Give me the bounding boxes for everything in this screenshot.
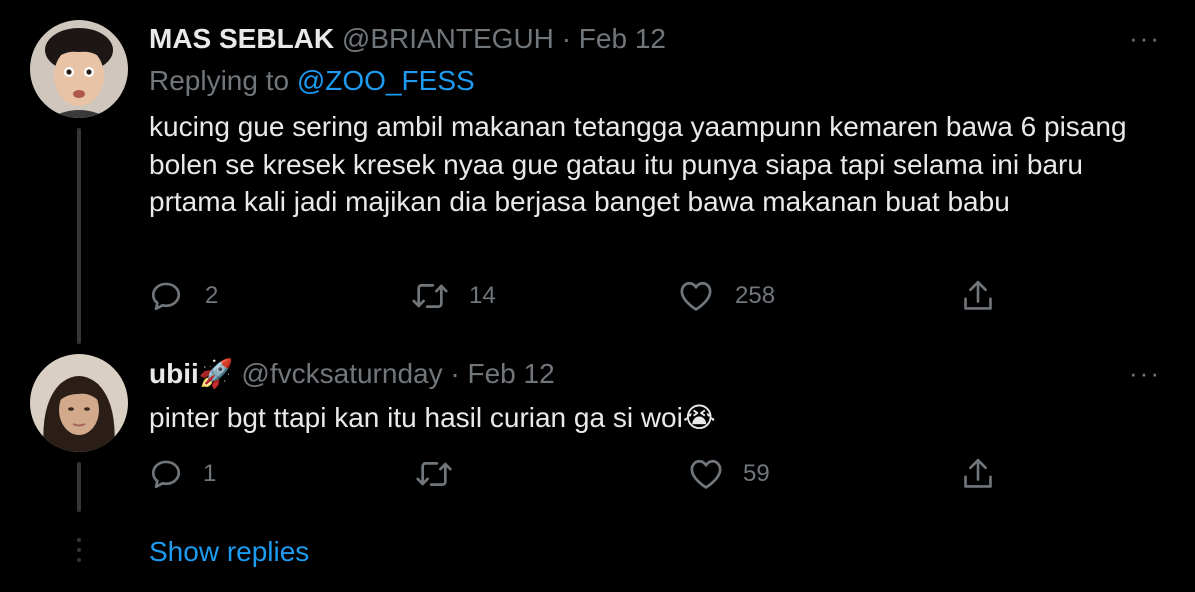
like-icon <box>680 281 712 311</box>
separator: · <box>450 358 460 389</box>
like-button[interactable]: 258 <box>679 278 775 314</box>
retweet-icon <box>416 462 452 486</box>
separator: · <box>561 23 572 54</box>
like-count: 258 <box>735 282 776 309</box>
reply-icon <box>151 460 181 489</box>
like-button[interactable]: 59 <box>689 456 770 492</box>
avatar[interactable] <box>30 20 128 118</box>
thread-line <box>77 462 81 512</box>
retweet-count: 14 <box>469 282 496 309</box>
timestamp[interactable]: Feb 12 <box>579 23 666 54</box>
replying-to: Replying to @ZOO_FESS <box>149 63 475 99</box>
replying-label: Replying to <box>149 65 290 96</box>
like-count: 59 <box>743 460 770 487</box>
like-icon <box>690 459 722 489</box>
handle[interactable]: @BRIANTEGUH <box>342 23 554 54</box>
show-replies-link[interactable]: Show replies <box>149 534 309 570</box>
avatar[interactable] <box>30 354 128 452</box>
thread-dots <box>77 538 81 568</box>
handle[interactable]: @fvcksaturnday <box>241 358 442 389</box>
reply-count: 2 <box>205 282 219 309</box>
retweet-icon <box>412 284 448 308</box>
tweet-header: ubii🚀 @fvcksaturnday · Feb 12 <box>149 356 555 392</box>
more-icon[interactable]: ··· <box>1129 360 1161 386</box>
share-button[interactable] <box>961 456 995 492</box>
retweet-button[interactable] <box>415 456 479 492</box>
tweet-text: pinter bgt ttapi kan itu hasil curian ga… <box>149 402 716 433</box>
display-name[interactable]: MAS SEBLAK <box>149 23 334 54</box>
tweet-text: kucing gue sering ambil makanan tetangga… <box>149 111 1127 217</box>
more-icon[interactable]: ··· <box>1129 25 1161 51</box>
share-icon <box>964 280 992 310</box>
display-name[interactable]: ubii🚀 <box>149 358 234 389</box>
share-button[interactable] <box>961 278 995 314</box>
timestamp[interactable]: Feb 12 <box>467 358 554 389</box>
thread-line <box>77 128 81 344</box>
tweet-header: MAS SEBLAK @BRIANTEGUH · Feb 12 <box>149 21 666 57</box>
mention-link[interactable]: @ZOO_FESS <box>297 65 475 96</box>
reply-button[interactable]: 1 <box>149 456 216 492</box>
retweet-button[interactable]: 14 <box>411 278 496 314</box>
share-icon <box>964 458 992 488</box>
reply-icon <box>151 282 181 311</box>
reply-count: 1 <box>203 460 217 487</box>
reply-button[interactable]: 2 <box>149 278 218 314</box>
